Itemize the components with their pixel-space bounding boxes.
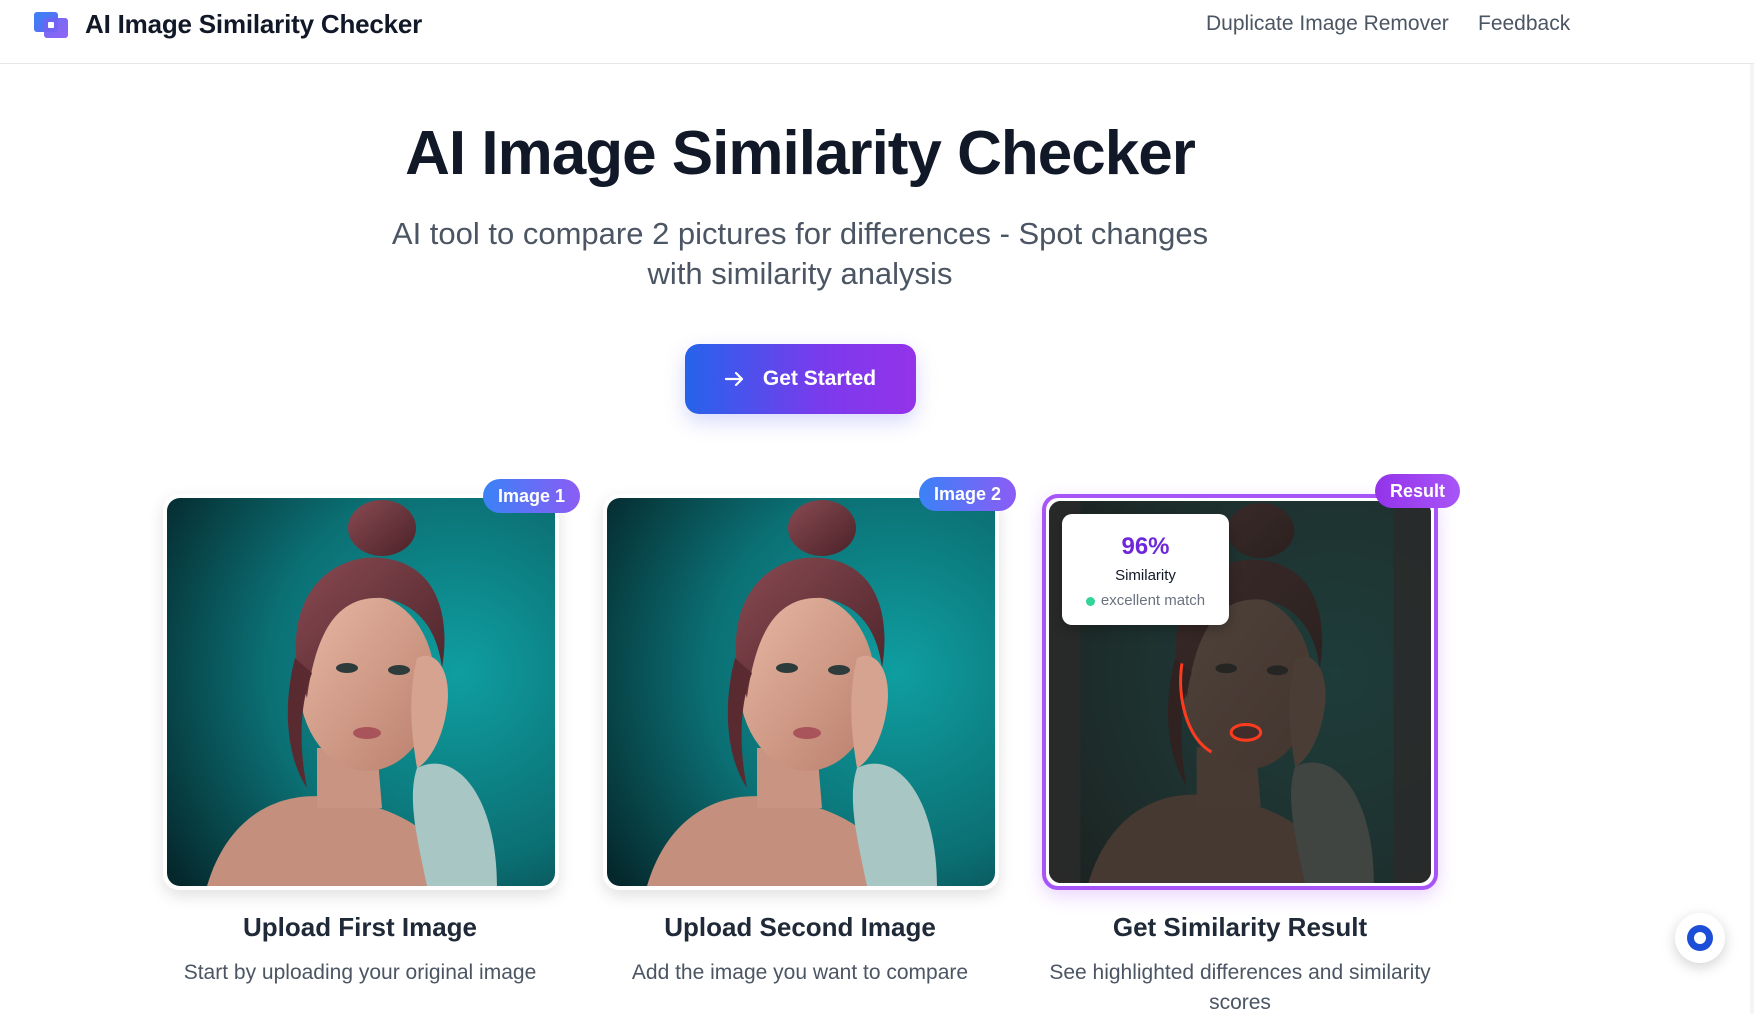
site-header: AI Image Similarity Checker Duplicate Im… <box>0 0 1754 64</box>
match-status: excellent match <box>1062 591 1229 611</box>
nav-feedback[interactable]: Feedback <box>1478 10 1570 38</box>
status-dot-icon <box>1085 596 1095 606</box>
similarity-label: Similarity <box>1115 567 1176 584</box>
image-2-badge: Image 2 <box>919 477 1017 511</box>
nav-duplicate-image-remover[interactable]: Duplicate Image Remover <box>1206 10 1449 38</box>
brand-name[interactable]: AI Image Similarity Checker <box>85 8 422 40</box>
subtitle-line-1: AI tool to compare 2 pictures for differ… <box>391 216 1209 251</box>
image-1-badge: Image 1 <box>483 479 581 513</box>
step-1-desc: Start by uploading your original image <box>183 961 537 984</box>
step-1-title: Upload First Image <box>242 912 478 942</box>
page-title: AI Image Similarity Checker <box>405 119 1196 188</box>
match-status-text: excellent match <box>1100 592 1206 609</box>
image-2-preview <box>607 498 995 886</box>
subtitle-line-2: with similarity analysis <box>647 256 953 291</box>
similarity-score-panel: 96% Similarity excellent match <box>1062 514 1229 625</box>
step-3-title: Get Similarity Result <box>1112 912 1368 942</box>
logo-icon[interactable] <box>34 12 68 38</box>
step-3-desc-line-2: scores <box>1209 991 1271 1014</box>
step-2-desc: Add the image you want to compare <box>631 961 969 984</box>
image-1-card[interactable] <box>163 494 559 890</box>
result-badge: Result <box>1375 474 1461 508</box>
image-2-card[interactable] <box>603 494 999 890</box>
chat-bubble-icon <box>1687 925 1713 951</box>
page-subtitle: AI tool to compare 2 pictures for differ… <box>370 214 1230 294</box>
get-started-button[interactable]: Get Started <box>685 344 916 414</box>
get-started-label: Get Started <box>762 367 877 390</box>
step-3-desc-line-1: See highlighted differences and similari… <box>1049 961 1431 984</box>
scrollbar[interactable] <box>1750 64 1754 1014</box>
image-1-preview <box>167 498 555 886</box>
step-2-title: Upload Second Image <box>664 912 936 942</box>
similarity-percent: 96% <box>1121 533 1170 560</box>
arrow-right-icon <box>724 372 743 386</box>
step-3-desc: See highlighted differences and similari… <box>1020 958 1460 1014</box>
chat-button[interactable] <box>1675 913 1725 963</box>
